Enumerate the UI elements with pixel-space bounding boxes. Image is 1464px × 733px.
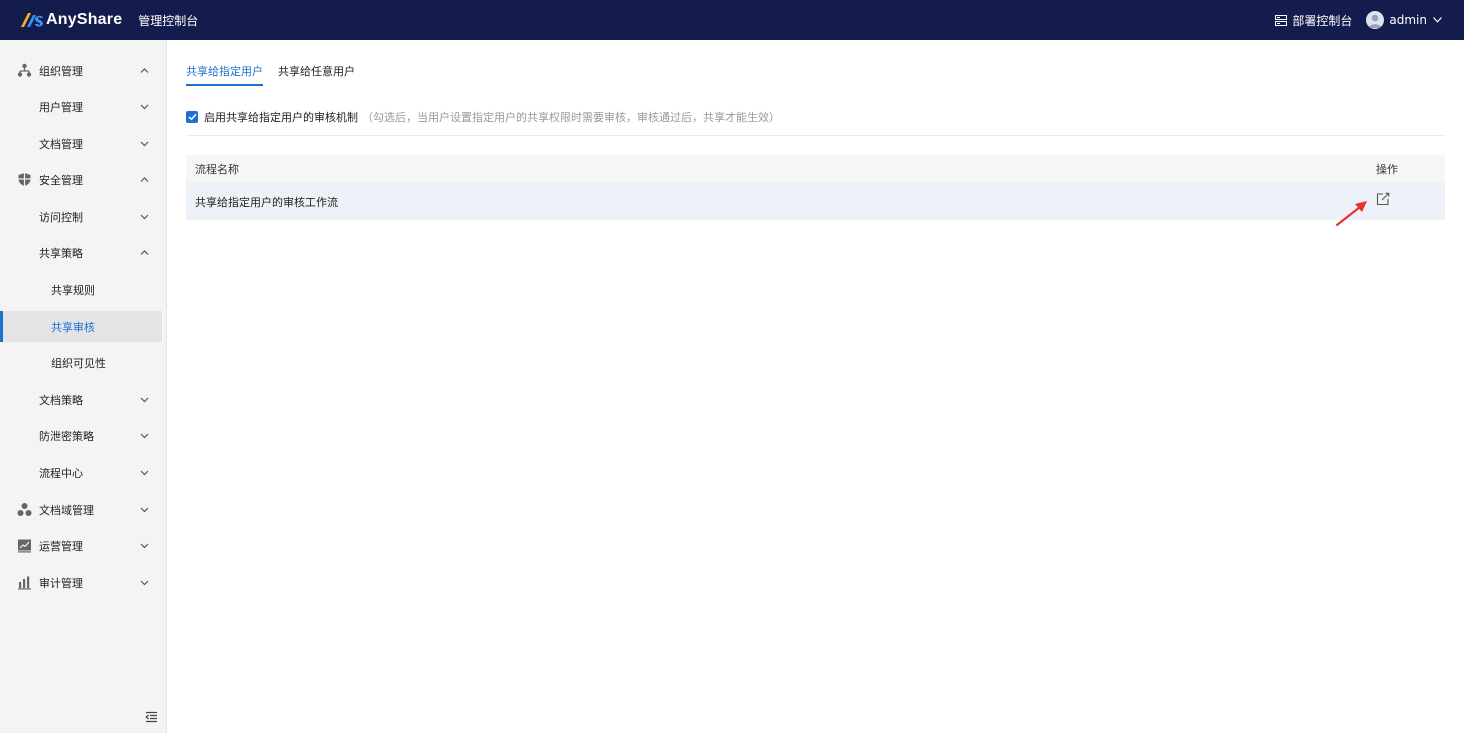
sidebar-item-share-policy[interactable]: 共享策略 bbox=[0, 237, 162, 268]
audit-mechanism-row: 启用共享给指定用户的审核机制 （勾选后，当用户设置指定用户的共享权限时需要审核，… bbox=[186, 109, 780, 125]
chevron-down-icon bbox=[140, 543, 149, 549]
sidebar-item-label: 防泄密策略 bbox=[39, 429, 94, 443]
workflow-table: 流程名称 操作 共享给指定用户的审核工作流 bbox=[186, 155, 1445, 220]
column-header-actions: 操作 bbox=[1376, 162, 1398, 176]
avatar bbox=[1366, 11, 1385, 29]
chevron-down-icon bbox=[140, 397, 149, 403]
top-bar: AnyShare 管理控制台 部署控制台 admin bbox=[0, 0, 1464, 40]
chevron-up-icon bbox=[140, 177, 149, 182]
edit-icon[interactable] bbox=[1376, 192, 1390, 206]
chevron-up-icon bbox=[140, 250, 149, 255]
sidebar-item-doc-policy[interactable]: 文档策略 bbox=[0, 384, 162, 415]
chart-line-icon bbox=[18, 539, 31, 553]
sidebar-item-label: 流程中心 bbox=[39, 466, 83, 480]
audit-mechanism-label: 启用共享给指定用户的审核机制 bbox=[204, 111, 358, 124]
shield-icon bbox=[18, 173, 31, 186]
sidebar-item-label: 运营管理 bbox=[39, 539, 83, 553]
collapse-sidebar-icon[interactable] bbox=[145, 711, 158, 723]
audit-mechanism-hint: （勾选后，当用户设置指定用户的共享权限时需要审核，审核通过后，共享才能生效） bbox=[362, 111, 780, 124]
sidebar-item-share-audit[interactable]: 共享审核 bbox=[0, 311, 162, 342]
sidebar-item-label: 文档策略 bbox=[39, 393, 83, 407]
table-header: 流程名称 操作 bbox=[186, 155, 1445, 182]
column-header-workflow-name: 流程名称 bbox=[195, 162, 239, 176]
chevron-down-icon bbox=[140, 141, 149, 147]
chevron-down-icon bbox=[140, 214, 149, 220]
domain-icon bbox=[17, 503, 32, 516]
sidebar-item-dlp-policy[interactable]: 防泄密策略 bbox=[0, 420, 162, 451]
main-content: 共享给指定用户 共享给任意用户 启用共享给指定用户的审核机制 （勾选后，当用户设… bbox=[168, 40, 1464, 733]
deploy-console-label: 部署控制台 bbox=[1292, 13, 1353, 28]
sidebar-item-operations-management[interactable]: 运营管理 bbox=[0, 530, 162, 561]
sidebar-item-doc-management[interactable]: 文档管理 bbox=[0, 128, 162, 159]
divider bbox=[186, 135, 1445, 136]
sidebar-item-workflow-center[interactable]: 流程中心 bbox=[0, 457, 162, 488]
tab-share-to-any-user[interactable]: 共享给任意用户 bbox=[278, 64, 355, 86]
workflow-name-cell: 共享给指定用户的审核工作流 bbox=[195, 196, 338, 209]
bar-chart-icon bbox=[18, 576, 31, 590]
anyshare-logo-icon bbox=[21, 13, 43, 27]
chevron-down-icon bbox=[1433, 17, 1442, 23]
user-menu[interactable]: admin bbox=[1366, 11, 1442, 29]
sidebar-item-label: 组织可见性 bbox=[51, 356, 106, 370]
sidebar-item-label: 共享规则 bbox=[51, 283, 95, 297]
table-row[interactable]: 共享给指定用户的审核工作流 bbox=[186, 182, 1445, 220]
user-name: admin bbox=[1389, 13, 1427, 27]
audit-mechanism-checkbox[interactable] bbox=[186, 111, 198, 123]
sidebar-item-label: 审计管理 bbox=[39, 576, 83, 590]
chevron-down-icon bbox=[140, 104, 149, 110]
console-title: 管理控制台 bbox=[138, 13, 199, 28]
logo[interactable]: AnyShare bbox=[20, 0, 122, 40]
sidebar-item-doc-domain-management[interactable]: 文档域管理 bbox=[0, 494, 162, 525]
sidebar-item-access-control[interactable]: 访问控制 bbox=[0, 201, 162, 232]
sidebar-item-org-management[interactable]: 组织管理 bbox=[0, 55, 162, 86]
org-icon bbox=[17, 63, 32, 77]
sidebar-item-user-management[interactable]: 用户管理 bbox=[0, 91, 162, 122]
sidebar-item-security-management[interactable]: 安全管理 bbox=[0, 164, 162, 195]
sidebar-item-org-visibility[interactable]: 组织可见性 bbox=[0, 347, 162, 378]
sidebar-item-label: 文档管理 bbox=[39, 137, 83, 151]
chevron-down-icon bbox=[140, 433, 149, 439]
sidebar-item-audit-management[interactable]: 审计管理 bbox=[0, 567, 162, 598]
annotation-arrow-icon bbox=[1335, 201, 1367, 227]
logo-text: AnyShare bbox=[46, 11, 123, 28]
server-icon bbox=[1275, 14, 1288, 26]
sidebar-item-share-rules[interactable]: 共享规则 bbox=[0, 274, 162, 305]
sidebar-item-label: 共享审核 bbox=[51, 320, 95, 334]
tab-bar: 共享给指定用户 共享给任意用户 bbox=[186, 64, 370, 88]
sidebar-item-label: 组织管理 bbox=[39, 64, 83, 78]
user-avatar-icon bbox=[1369, 14, 1382, 28]
sidebar-item-label: 共享策略 bbox=[39, 246, 83, 260]
checkmark-icon bbox=[187, 113, 197, 121]
chevron-up-icon bbox=[140, 68, 149, 73]
deploy-console-link[interactable]: 部署控制台 bbox=[1275, 12, 1352, 29]
sidebar-item-label: 文档域管理 bbox=[39, 503, 94, 517]
chevron-down-icon bbox=[140, 580, 149, 586]
sidebar-item-label: 访问控制 bbox=[39, 210, 83, 224]
tab-share-to-specified-users[interactable]: 共享给指定用户 bbox=[186, 64, 263, 86]
chevron-down-icon bbox=[140, 507, 149, 513]
chevron-down-icon bbox=[140, 470, 149, 476]
sidebar-item-label: 用户管理 bbox=[39, 100, 83, 114]
sidebar-item-label: 安全管理 bbox=[39, 173, 83, 187]
sidebar: 组织管理 用户管理 文档管理 安全管理 访问控制 共享策略 共享规则 共享审核 … bbox=[0, 40, 167, 733]
